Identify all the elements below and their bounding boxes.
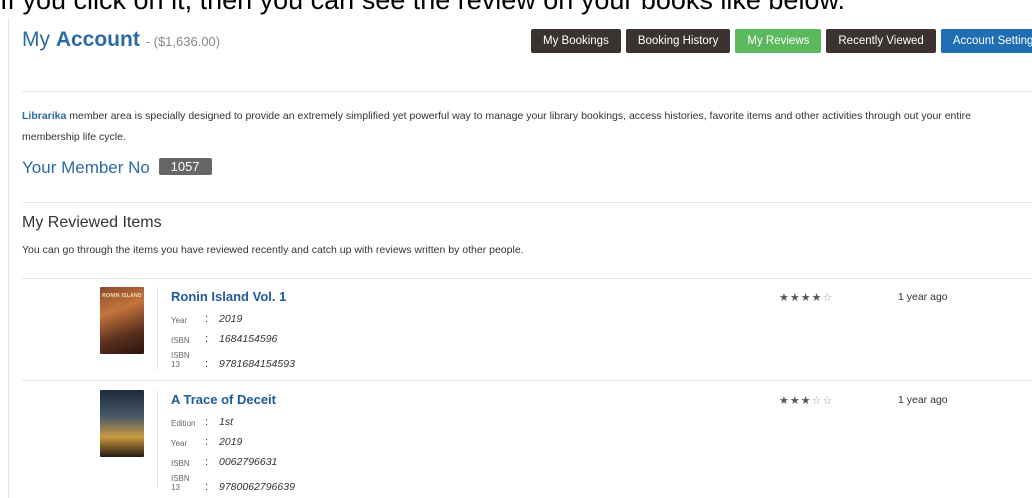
list-item: A Trace of Deceit Edition : 1st Year : 2…: [22, 386, 1032, 498]
star-empty-icon: ☆: [822, 395, 834, 407]
section-title: My Reviewed Items: [22, 214, 162, 231]
my-bookings-button[interactable]: My Bookings: [531, 29, 621, 53]
page-title: My Account - ($1,636.00): [22, 28, 220, 52]
star-filled-icon: ★: [811, 292, 823, 304]
rating-stars: ★★★★☆: [779, 291, 833, 304]
isbn13-value: 9781684154593: [219, 358, 295, 370]
colon: :: [205, 333, 209, 345]
book-title-link[interactable]: Ronin Island Vol. 1: [171, 289, 286, 304]
isbn13-label: ISBN 13: [171, 474, 190, 492]
member-number: Your Member No 1057: [22, 158, 212, 178]
star-filled-icon: ★: [779, 395, 790, 407]
book-title-link[interactable]: A Trace of Deceit: [171, 392, 276, 407]
edition-value: 1st: [219, 416, 234, 428]
colon: :: [205, 481, 209, 493]
item-divider: [157, 287, 158, 370]
isbn13-value: 9780062796639: [219, 481, 295, 493]
book-cover[interactable]: [100, 390, 144, 457]
book-cover[interactable]: [100, 287, 144, 354]
rating-stars: ★★★☆☆: [779, 394, 833, 407]
year-value: 2019: [219, 436, 243, 448]
star-empty-icon: ☆: [822, 292, 834, 304]
colon: :: [205, 456, 209, 468]
colon: :: [205, 313, 209, 325]
isbn-value: 0062796631: [219, 456, 278, 468]
colon: :: [205, 416, 209, 428]
star-filled-icon: ★: [779, 292, 790, 304]
page-caption: If you click on it, then you can see the…: [0, 0, 845, 15]
star-empty-icon: ☆: [811, 395, 823, 407]
list-item: Ronin Island Vol. 1 Year : 2019 ISBN : 1…: [22, 283, 1032, 381]
member-number-badge: 1057: [158, 158, 212, 175]
divider: [22, 91, 1032, 92]
star-filled-icon: ★: [789, 292, 801, 304]
title-prefix: My: [22, 28, 56, 51]
recently-viewed-button[interactable]: Recently Viewed: [826, 29, 936, 53]
section-subtitle: You can go through the items you have re…: [22, 244, 524, 256]
divider: [22, 278, 1032, 279]
review-time: 1 year ago: [898, 394, 948, 406]
brand-name[interactable]: Librarika: [22, 110, 66, 122]
account-nav: My Bookings Booking History My Reviews R…: [531, 29, 1032, 53]
isbn13-label: ISBN 13: [171, 351, 190, 369]
isbn-value: 1684154596: [219, 333, 278, 345]
member-label: Your Member No: [22, 158, 150, 177]
account-panel: My Account - ($1,636.00) My Bookings Boo…: [8, 18, 1032, 498]
account-balance: - ($1,636.00): [145, 34, 221, 49]
intro-body: member area is specially designed to pro…: [22, 110, 971, 143]
divider: [22, 202, 1032, 203]
account-settings-button[interactable]: Account Settings: [940, 29, 1032, 53]
year-value: 2019: [219, 313, 243, 325]
booking-history-button[interactable]: Booking History: [625, 29, 731, 53]
item-divider: [157, 390, 158, 488]
star-filled-icon: ★: [789, 395, 801, 407]
star-filled-icon: ★: [800, 292, 812, 304]
review-time: 1 year ago: [898, 291, 948, 303]
colon: :: [205, 358, 209, 370]
title-strong: Account: [55, 28, 140, 51]
colon: :: [205, 436, 209, 448]
intro-text: Librarika member area is specially desig…: [22, 106, 1022, 148]
star-filled-icon: ★: [800, 395, 812, 407]
my-reviews-button[interactable]: My Reviews: [735, 29, 822, 53]
